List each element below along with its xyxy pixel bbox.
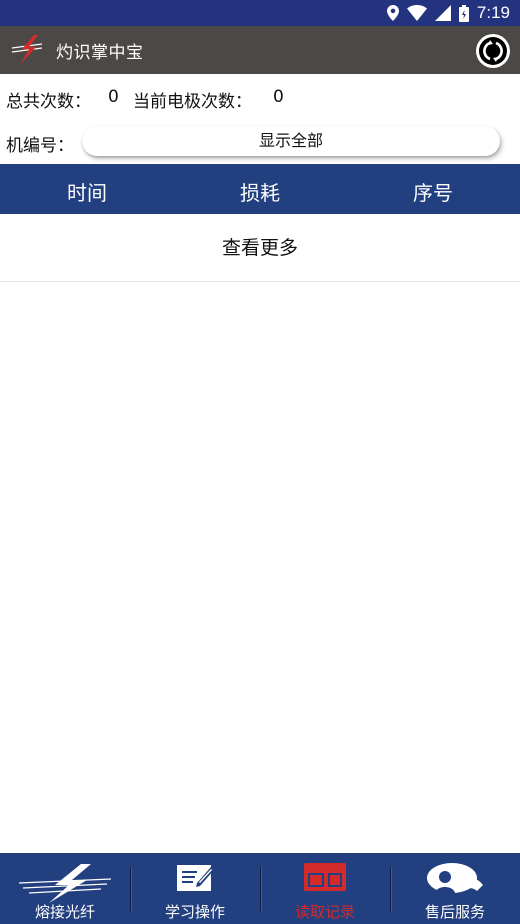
status-bar: 7:19	[0, 0, 520, 26]
total-count-label: 总共次数：	[6, 92, 91, 112]
tab-fusion-splice[interactable]: 熔接光纤	[0, 853, 130, 924]
column-loss: 损耗	[240, 181, 280, 205]
tab-label: 读取记录	[294, 903, 355, 921]
total-count-value: 0	[108, 87, 119, 107]
bottom-nav: 熔接光纤 学习操作 读取记录 售后服务	[0, 853, 520, 924]
notebook-pencil-icon	[177, 865, 214, 891]
machine-number-label: 机编号：	[6, 136, 74, 156]
electrode-count-value: 0	[273, 87, 284, 107]
tab-read-records[interactable]: 读取记录	[260, 853, 390, 924]
machine-select[interactable]: 显示全部	[82, 126, 500, 156]
tab-learn[interactable]: 学习操作	[130, 853, 260, 924]
tab-label: 学习操作	[164, 903, 225, 921]
stats-row: 总共次数： 0 当前电极次数： 0	[0, 74, 520, 120]
refresh-icon	[479, 37, 507, 65]
tab-after-sales[interactable]: 售后服务	[390, 853, 520, 924]
app-title: 灼识掌中宝	[56, 43, 144, 63]
app-bar: 灼识掌中宝	[0, 26, 520, 74]
service-icon	[427, 863, 483, 893]
tab-label: 售后服务	[424, 903, 485, 921]
tab-label: 熔接光纤	[34, 903, 95, 921]
battery-icon	[458, 4, 469, 22]
column-time: 时间	[67, 181, 107, 205]
electrode-count-label: 当前电极次数：	[133, 92, 252, 112]
status-icons: 7:19	[386, 0, 510, 26]
wifi-icon	[406, 5, 427, 21]
machine-row: 机编号： 显示全部	[0, 122, 520, 162]
table-header: 时间 损耗 序号	[0, 164, 520, 214]
clock: 7:19	[476, 3, 510, 22]
view-more-button[interactable]: 查看更多	[0, 215, 520, 282]
location-icon	[386, 5, 399, 21]
lightning-icon	[18, 864, 112, 903]
column-index: 序号	[413, 181, 453, 205]
signal-icon	[434, 5, 451, 21]
devices-icon	[304, 863, 346, 891]
refresh-button[interactable]	[476, 34, 510, 68]
lightning-logo	[11, 35, 43, 65]
